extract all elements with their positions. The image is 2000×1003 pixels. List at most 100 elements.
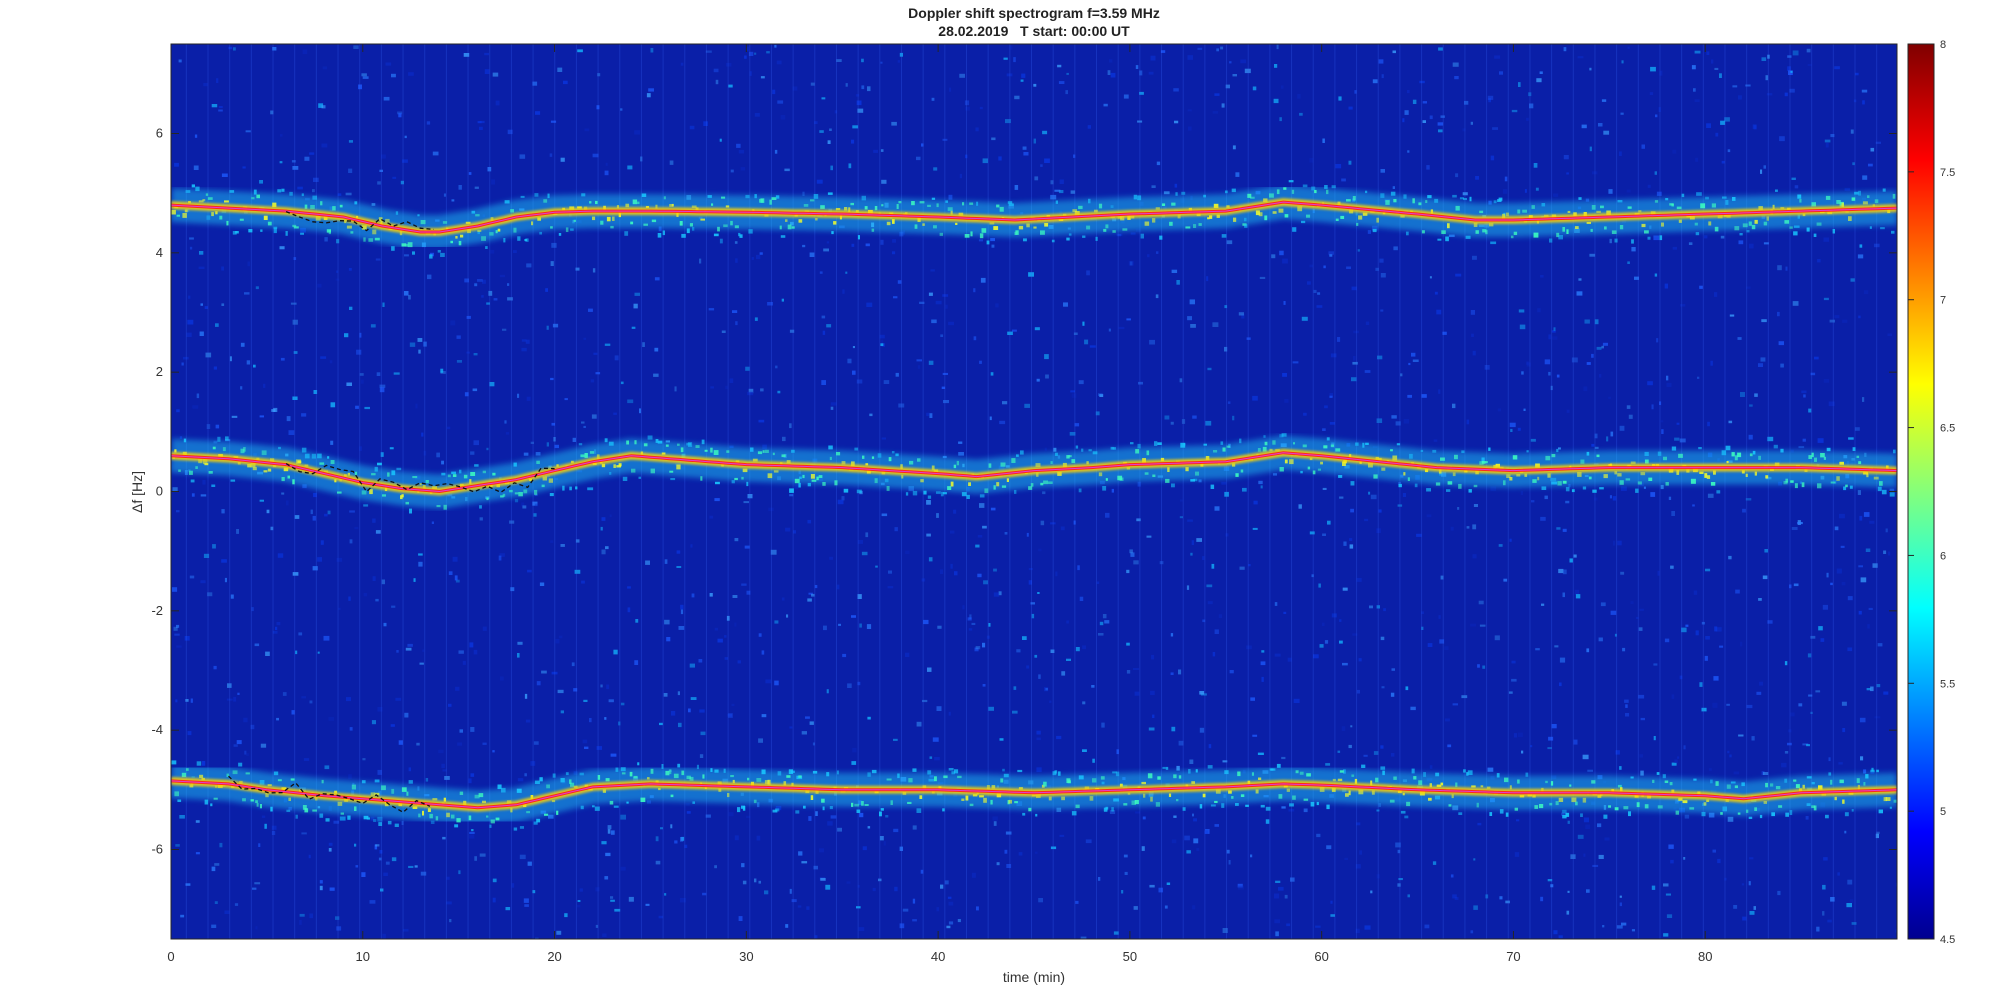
band-speckle: [962, 202, 965, 206]
noise-speckle: [1803, 394, 1806, 398]
band-speckle: [862, 455, 865, 459]
band-speckle: [286, 809, 291, 812]
noise-speckle: [474, 283, 478, 287]
noise-speckle: [1370, 890, 1373, 894]
band-speckle: [1283, 187, 1287, 190]
noise-speckle: [215, 323, 219, 327]
noise-speckle: [1198, 479, 1202, 483]
band-speckle: [767, 473, 773, 479]
noise-speckle: [290, 302, 297, 305]
noise-speckle: [1487, 767, 1494, 772]
band-speckle: [833, 221, 837, 225]
noise-speckle: [1035, 851, 1038, 854]
noise-speckle: [273, 228, 277, 234]
noise-speckle: [1339, 619, 1342, 622]
x-tick-label: 10: [356, 949, 370, 964]
band-speckle: [739, 234, 743, 238]
band-speckle: [1869, 226, 1872, 229]
noise-speckle: [1761, 57, 1767, 61]
band-speckle: [822, 806, 825, 811]
band-speckle: [723, 768, 726, 773]
band-speckle: [412, 476, 418, 479]
noise-speckle: [1651, 885, 1656, 890]
noise-speckle: [1671, 762, 1677, 766]
noise-speckle: [175, 844, 180, 847]
band-speckle: [1193, 478, 1198, 482]
noise-speckle: [420, 871, 427, 876]
noise-speckle: [1444, 646, 1449, 650]
noise-speckle: [261, 815, 266, 818]
noise-speckle: [1790, 70, 1793, 73]
noise-speckle: [893, 828, 899, 833]
band-speckle: [1739, 233, 1743, 236]
noise-speckle: [1238, 312, 1244, 316]
band-speckle: [1423, 772, 1426, 777]
noise-speckle: [1674, 437, 1680, 441]
band-speckle: [710, 447, 713, 453]
band-speckle: [546, 784, 550, 789]
noise-speckle: [459, 729, 463, 733]
noise-speckle: [789, 888, 792, 894]
noise-speckle: [279, 246, 285, 250]
band-speckle: [1441, 230, 1446, 234]
noise-speckle: [1452, 894, 1457, 899]
band-speckle: [613, 805, 619, 808]
noise-speckle: [1150, 55, 1156, 61]
noise-speckle: [1292, 361, 1299, 364]
noise-speckle: [1014, 95, 1020, 100]
band-speckle: [1224, 770, 1229, 775]
band-speckle: [1169, 221, 1173, 226]
band-speckle: [1137, 443, 1141, 449]
noise-speckle: [517, 778, 524, 782]
band-speckle: [734, 225, 739, 229]
noise-speckle: [436, 452, 440, 458]
noise-speckle: [1252, 86, 1257, 91]
noise-speckle: [1014, 185, 1019, 190]
band-speckle: [1302, 444, 1307, 448]
noise-speckle: [1870, 147, 1875, 152]
noise-speckle: [1548, 371, 1551, 376]
band-speckle: [1340, 215, 1345, 219]
noise-speckle: [587, 487, 594, 491]
band-speckle: [369, 489, 373, 495]
noise-speckle: [680, 837, 684, 842]
noise-speckle: [1617, 540, 1622, 546]
band-speckle: [1811, 452, 1814, 458]
noise-speckle: [1123, 854, 1128, 858]
band-speckle: [1014, 801, 1018, 804]
band-speckle: [1346, 199, 1351, 202]
noise-speckle: [522, 505, 527, 509]
band-speckle: [1851, 197, 1856, 201]
noise-speckle: [1101, 722, 1105, 728]
band-speckle: [1489, 812, 1493, 816]
noise-speckle: [243, 717, 248, 723]
noise-speckle: [1868, 163, 1873, 167]
noise-speckle: [533, 741, 539, 745]
noise-speckle: [820, 878, 826, 881]
noise-speckle: [521, 347, 527, 352]
band-speckle: [1098, 203, 1103, 209]
band-speckle: [387, 472, 390, 477]
noise-speckle: [1024, 403, 1030, 408]
noise-speckle: [1671, 511, 1675, 516]
noise-speckle: [535, 111, 541, 115]
band-speckle: [1889, 492, 1895, 497]
noise-speckle: [320, 356, 327, 359]
band-speckle: [1742, 223, 1748, 228]
noise-speckle: [802, 191, 805, 196]
band-speckle: [460, 234, 464, 238]
band-speckle: [821, 798, 825, 803]
noise-speckle: [676, 550, 681, 554]
band-speckle: [1105, 478, 1108, 481]
band-speckle: [1288, 180, 1294, 183]
noise-speckle: [1490, 486, 1497, 491]
band-speckle: [1257, 448, 1261, 452]
band-speckle: [1504, 777, 1509, 783]
noise-speckle: [1677, 756, 1680, 759]
noise-speckle: [320, 540, 324, 545]
noise-speckle: [196, 393, 200, 399]
noise-speckle: [1551, 724, 1557, 729]
noise-speckle: [1602, 925, 1605, 928]
doppler-spectrogram-chart: Doppler shift spectrogram f=3.59 MHz 28.…: [129, 5, 1955, 985]
noise-speckle: [700, 731, 706, 736]
